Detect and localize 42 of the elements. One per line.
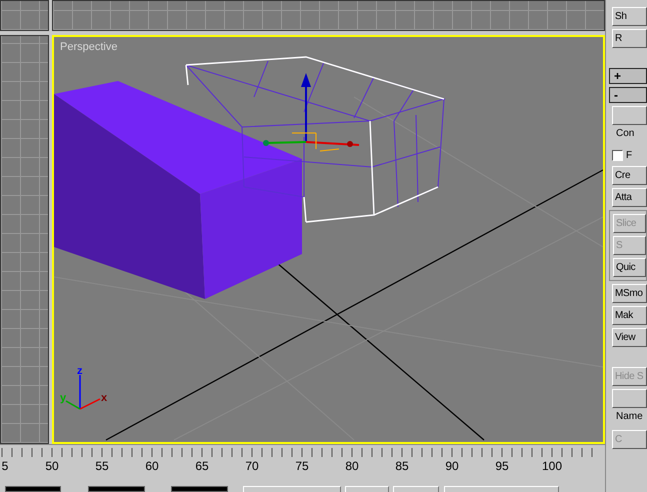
rollout-toggle[interactable]: - xyxy=(609,87,647,103)
frame-number: 75 xyxy=(295,459,309,473)
frame-number: 5 xyxy=(2,459,8,473)
panel-button[interactable]: Cre xyxy=(612,166,647,185)
viewport-grid[interactable] xyxy=(52,0,605,31)
panel-label: Name xyxy=(615,411,644,424)
panel-button[interactable]: View xyxy=(612,328,647,347)
frame-number: 80 xyxy=(345,459,359,473)
box-drawing[interactable] xyxy=(54,81,302,299)
axis-label: y xyxy=(60,392,66,404)
panel-label: Con xyxy=(615,128,636,141)
frame-number: 85 xyxy=(395,459,409,473)
panel-button[interactable]: Mak xyxy=(612,306,647,325)
move-gizmo-icon[interactable] xyxy=(263,73,360,152)
panel-button[interactable]: MSmo xyxy=(612,284,647,303)
frame-number: 95 xyxy=(495,459,509,473)
frame-number: 65 xyxy=(195,459,209,473)
checkbox[interactable] xyxy=(612,150,623,160)
rollout-toggle[interactable]: + xyxy=(609,68,647,84)
panel-button[interactable]: Quic xyxy=(613,258,646,277)
viewport-grid[interactable] xyxy=(0,0,49,31)
frame-number: 70 xyxy=(245,459,259,473)
axis-tripod-icon xyxy=(66,375,100,410)
checkbox-label: F xyxy=(626,150,632,160)
status-field[interactable] xyxy=(88,486,145,492)
viewport-label: Perspective xyxy=(60,41,118,53)
frame-number: 100 xyxy=(542,459,562,473)
wireframe-box-drawing[interactable] xyxy=(185,56,446,223)
axis-label: x xyxy=(101,392,108,404)
panel-button[interactable]: Atta xyxy=(612,188,647,207)
axis-label: z xyxy=(77,365,82,377)
frame-number: 50 xyxy=(45,459,59,473)
panel-button[interactable]: R xyxy=(612,29,647,48)
viewport-grid[interactable] xyxy=(0,35,49,444)
panel-button[interactable]: Sh xyxy=(612,7,647,26)
panel-button[interactable] xyxy=(612,106,647,125)
frame-number: 55 xyxy=(95,459,109,473)
status-field[interactable] xyxy=(171,486,228,492)
panel-button[interactable] xyxy=(612,389,647,408)
frame-number: 90 xyxy=(445,459,459,473)
frame-number: 60 xyxy=(145,459,159,473)
status-field[interactable] xyxy=(5,486,61,492)
